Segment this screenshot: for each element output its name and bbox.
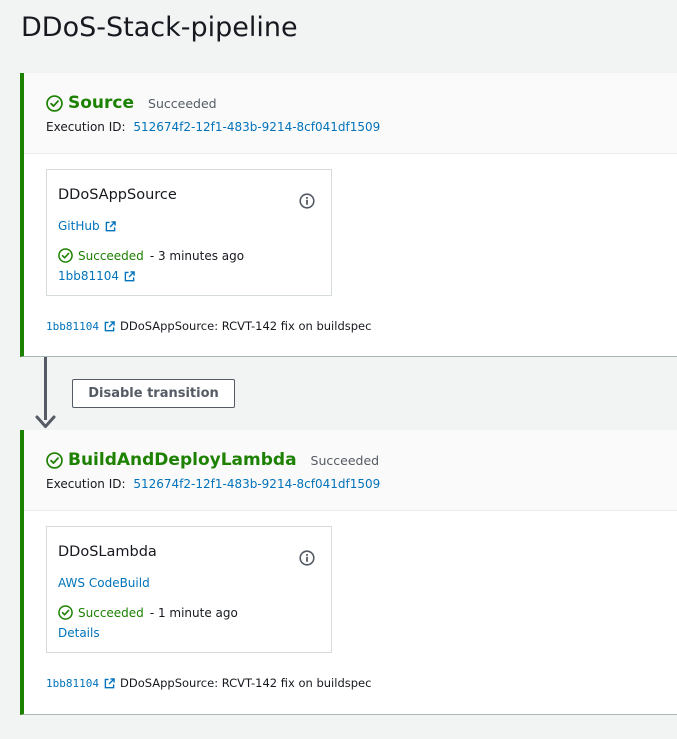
success-check-icon	[46, 451, 63, 469]
stage-commit-row: 1bb81104 DDoSAppSource: RCVT-142 fix on …	[46, 676, 371, 690]
info-icon[interactable]	[299, 550, 315, 566]
commit-id-link[interactable]: 1bb81104	[46, 320, 99, 333]
success-check-icon	[58, 248, 73, 263]
action-time: - 3 minutes ago	[149, 248, 245, 263]
stage-title-row: BuildAndDeployLambda Succeeded	[46, 450, 379, 470]
action-name: DDoSLambda	[58, 544, 157, 560]
provider-label: AWS CodeBuild	[58, 576, 150, 590]
external-link-icon	[124, 270, 135, 281]
stage-header: BuildAndDeployLambda Succeeded Execution…	[24, 430, 677, 511]
provider-label: GitHub	[58, 219, 100, 233]
commit-link-label: 1bb81104	[58, 269, 120, 283]
stage-source: Source Succeeded Execution ID: 512674f2-…	[20, 73, 677, 357]
external-link-icon[interactable]	[104, 677, 115, 689]
arrow-down-icon	[35, 415, 56, 428]
provider-link[interactable]: GitHub	[58, 219, 116, 233]
execution-id-label: Execution ID:	[46, 477, 126, 491]
stage-status: Succeeded	[310, 452, 380, 468]
stage-commit-row: 1bb81104 DDoSAppSource: RCVT-142 fix on …	[46, 319, 371, 333]
action-status-row: Succeeded - 1 minute ago	[58, 605, 238, 620]
commit-id-link[interactable]: 1bb81104	[46, 677, 99, 690]
commit-link[interactable]: 1bb81104	[58, 269, 135, 283]
execution-id-link[interactable]: 512674f2-12f1-483b-9214-8cf041df1509	[133, 477, 380, 491]
action-status-row: Succeeded - 3 minutes ago	[58, 248, 244, 263]
execution-id-row: Execution ID: 512674f2-12f1-483b-9214-8c…	[46, 120, 380, 134]
action-card: DDoSLambda AWS CodeBuild Succeeded - 1 m…	[46, 526, 332, 653]
external-link-icon	[105, 220, 116, 231]
external-link-icon[interactable]	[104, 320, 115, 332]
stage-name: BuildAndDeployLambda	[68, 450, 297, 470]
execution-id-row: Execution ID: 512674f2-12f1-483b-9214-8c…	[46, 477, 380, 491]
details-link[interactable]: Details	[58, 626, 100, 640]
info-icon[interactable]	[299, 193, 315, 209]
stage-name: Source	[68, 93, 135, 113]
disable-transition-button[interactable]: Disable transition	[72, 379, 235, 408]
stage-header: Source Succeeded Execution ID: 512674f2-…	[24, 73, 677, 154]
success-check-icon	[58, 605, 73, 620]
stage-build-and-deploy-lambda: BuildAndDeployLambda Succeeded Execution…	[20, 430, 677, 715]
commit-message: DDoSAppSource: RCVT-142 fix on buildspec	[119, 676, 372, 690]
commit-message: DDoSAppSource: RCVT-142 fix on buildspec	[119, 319, 372, 333]
stage-status: Succeeded	[148, 95, 217, 111]
stage-title-row: Source Succeeded	[46, 93, 217, 113]
page-title: DDoS-Stack-pipeline	[21, 12, 298, 43]
success-check-icon	[46, 94, 63, 112]
action-card: DDoSAppSource GitHub Succeeded - 3 minut…	[46, 169, 332, 296]
provider-link[interactable]: AWS CodeBuild	[58, 576, 150, 590]
action-name: DDoSAppSource	[58, 187, 177, 203]
action-status: Succeeded	[78, 605, 144, 620]
action-status: Succeeded	[78, 248, 144, 263]
execution-id-label: Execution ID:	[46, 120, 126, 134]
action-time: - 1 minute ago	[149, 605, 238, 620]
execution-id-link[interactable]: 512674f2-12f1-483b-9214-8cf041df1509	[133, 120, 380, 134]
